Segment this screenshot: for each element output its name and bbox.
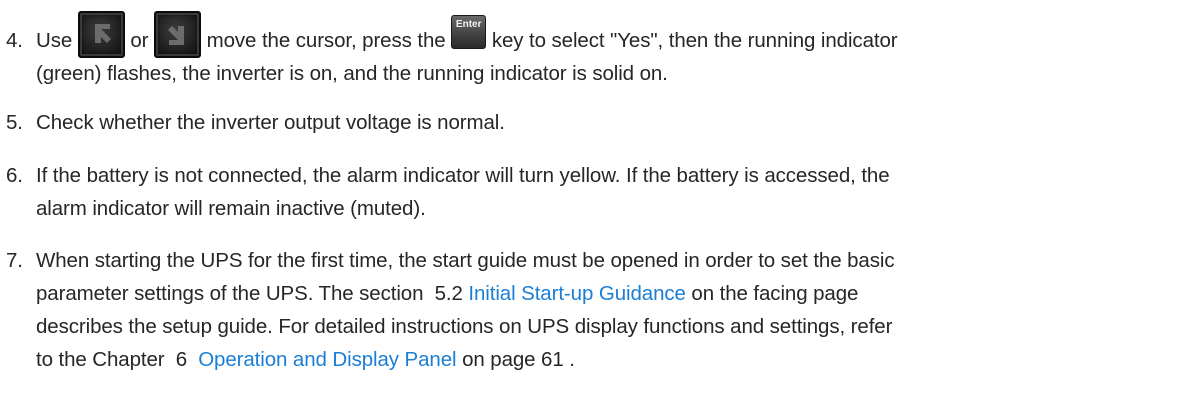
step-5: 5. Check whether the inverter output vol… — [6, 106, 1176, 139]
step-text: move the cursor, press the — [206, 29, 446, 52]
step-number: 7. — [6, 249, 23, 272]
step-7-line-4: to the Chapter 6 Operation and Display P… — [36, 343, 575, 376]
operation-display-panel-link[interactable]: Operation and Display Panel — [198, 348, 456, 371]
enter-key-icon: Enter — [451, 14, 487, 49]
step-4: 4. Use or move the cursor, press the Ent… — [6, 9, 1176, 85]
step-7-line-3: describes the setup guide. For detailed … — [36, 315, 893, 338]
step-6: 6. If the battery is not connected, the … — [6, 159, 1176, 225]
step-5-line-1: Check whether the inverter output voltag… — [36, 111, 505, 134]
step-text: on the facing page — [685, 282, 859, 305]
step-7-line-2: parameter settings of the UPS. The secti… — [36, 277, 858, 310]
manual-page: 4. Use or move the cursor, press the Ent… — [0, 0, 1181, 419]
enter-key-label: Enter — [455, 18, 482, 30]
step-6-line-2: alarm indicator will remain inactive (mu… — [36, 197, 426, 220]
step-text: or — [130, 29, 149, 52]
step-text: to the Chapter 6 — [36, 348, 199, 371]
step-number: 6. — [6, 164, 23, 187]
step-text: on page 61 . — [456, 348, 575, 371]
step-text: key to select "Yes", then the running in… — [491, 29, 898, 52]
step-number: 5. — [6, 111, 23, 134]
step-text: parameter settings of the UPS. The secti… — [36, 282, 469, 305]
step-4-line-2: (green) flashes, the inverter is on, and… — [36, 62, 668, 85]
up-arrow-key-icon — [77, 11, 125, 59]
step-4-line-1: Use or move the cursor, press the Enter … — [36, 11, 898, 59]
step-number: 4. — [6, 29, 23, 52]
initial-startup-guidance-link[interactable]: Initial Start-up Guidance — [468, 282, 686, 305]
step-6-line-1: If the battery is not connected, the ala… — [36, 164, 890, 187]
step-text: Use — [36, 29, 73, 52]
down-arrow-key-icon — [154, 11, 202, 59]
step-7: 7. When starting the UPS for the first t… — [6, 244, 1176, 384]
step-7-line-1: When starting the UPS for the first time… — [36, 249, 895, 272]
